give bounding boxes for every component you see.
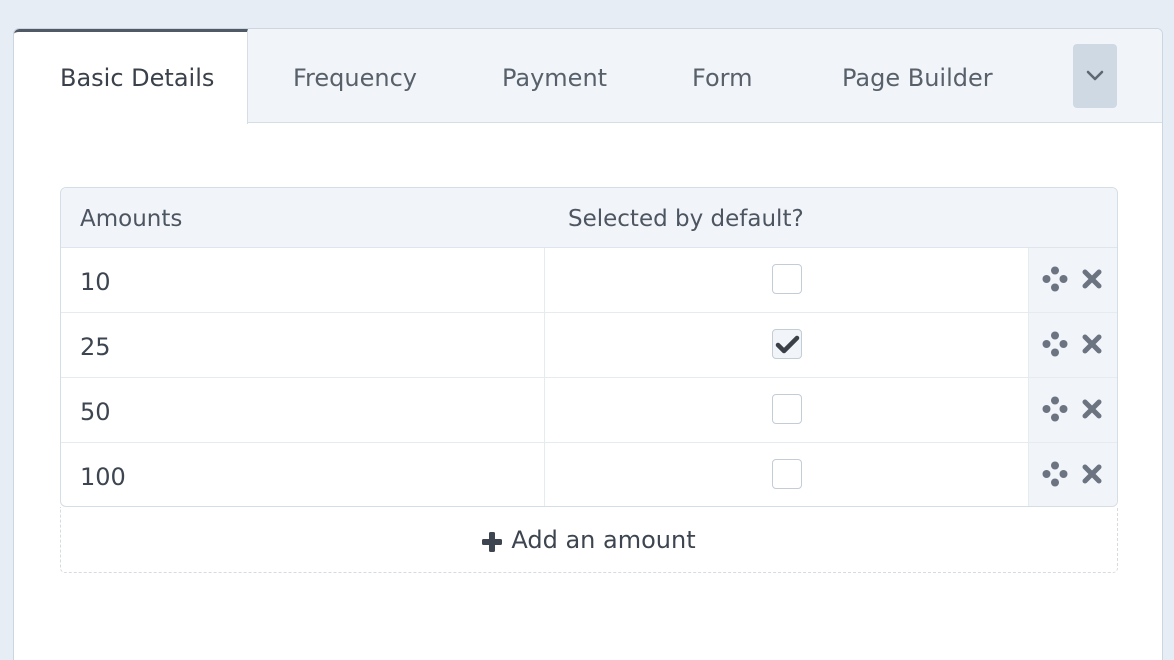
table-row: 25 [61,313,1117,378]
tab-form[interactable]: Form [692,29,752,123]
amount-value[interactable]: 100 [61,443,545,506]
default-checkbox[interactable] [772,264,802,294]
move-icon[interactable] [1042,266,1068,292]
table-row: 10 [61,248,1117,313]
add-amount-button[interactable]: Add an amount [60,507,1118,573]
close-icon[interactable] [1081,268,1103,290]
table-header: Amounts Selected by default? [61,188,1117,248]
table-row: 100 [61,443,1117,506]
tab-frequency[interactable]: Frequency [293,29,417,123]
default-checkbox[interactable] [772,394,802,424]
row-actions [1029,313,1117,377]
row-actions [1029,248,1117,312]
default-checkbox[interactable] [772,459,802,489]
selected-cell [545,443,1029,506]
tab-basic-details[interactable]: Basic Details [14,29,248,124]
chevron-down-icon [1086,70,1104,81]
default-checkbox[interactable] [772,329,802,359]
move-icon[interactable] [1042,461,1068,487]
amount-value[interactable]: 10 [61,248,545,312]
selected-cell [545,248,1029,312]
close-icon[interactable] [1081,333,1103,355]
amount-value[interactable]: 50 [61,378,545,442]
tab-page-builder[interactable]: Page Builder [842,29,993,123]
row-actions [1029,443,1117,506]
tabs-more-button[interactable] [1073,44,1117,108]
close-icon[interactable] [1081,463,1103,485]
column-header-amounts: Amounts [80,206,183,232]
plus-icon [482,531,503,552]
tab-bar: Basic Details Frequency Payment Form Pag… [14,29,1162,124]
campaign-settings-panel: Basic Details Frequency Payment Form Pag… [13,28,1163,660]
column-header-selected: Selected by default? [568,206,804,232]
close-icon[interactable] [1081,398,1103,420]
selected-cell [545,378,1029,442]
amounts-table: Amounts Selected by default? 10 25 50 100 [60,187,1118,507]
checkmark-icon [775,335,800,354]
row-actions [1029,378,1117,442]
table-row: 50 [61,378,1117,443]
move-icon[interactable] [1042,331,1068,357]
amount-value[interactable]: 25 [61,313,545,377]
selected-cell [545,313,1029,377]
move-icon[interactable] [1042,396,1068,422]
add-amount-label: Add an amount [511,525,696,554]
tab-payment[interactable]: Payment [502,29,607,123]
